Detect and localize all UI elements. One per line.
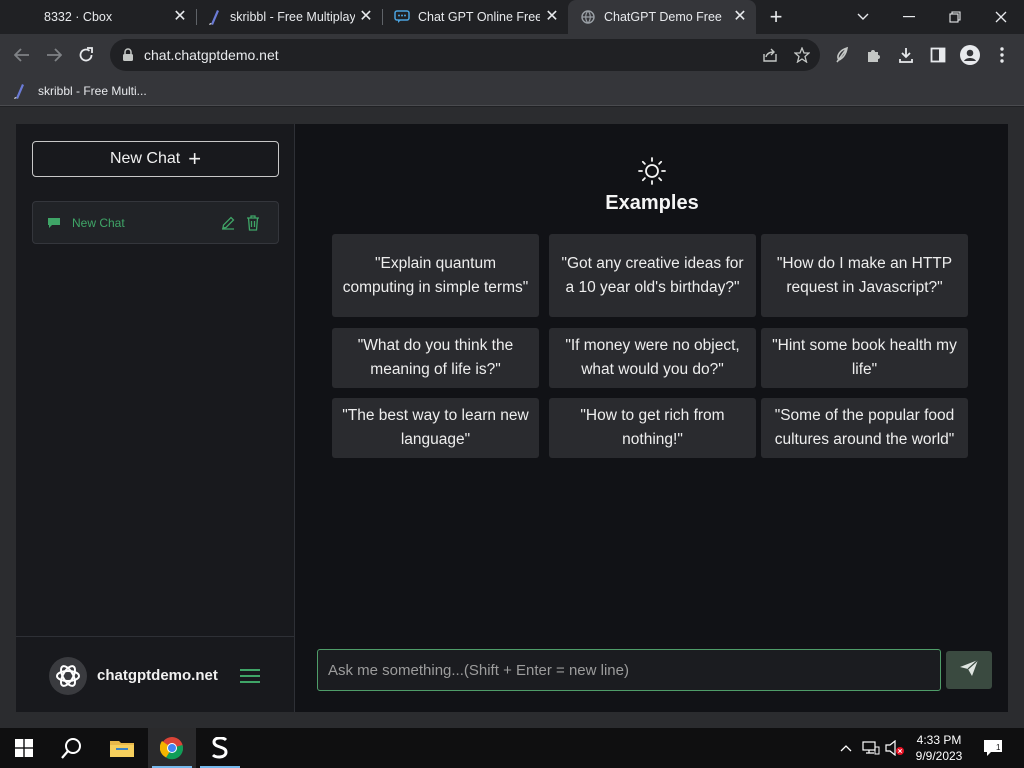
taskbar-clock[interactable]: 4:33 PM 9/9/2023 [908, 732, 970, 764]
chat-icon [394, 9, 410, 25]
tab-title: 8332 · Cbox [44, 10, 113, 24]
examples-title: Examples [605, 192, 699, 214]
chat-app: New Chat + New Chat chatgptdemo.net Exam… [16, 124, 1008, 712]
example-card[interactable]: "How to get rich from nothing!" [549, 398, 756, 458]
skribbl-icon [12, 83, 28, 99]
tab-title: skribbl - Free Multiplay [230, 10, 355, 24]
bookmark-label: skribbl - Free Multi... [38, 84, 147, 98]
network-icon[interactable] [860, 728, 882, 768]
download-icon[interactable] [890, 39, 922, 71]
new-tab-button[interactable]: + [754, 0, 798, 34]
tab-search-chevron-down-icon[interactable] [840, 0, 886, 34]
chat-main: Examples "Explain quantum computing in s… [296, 124, 1008, 712]
share-icon[interactable] [754, 39, 786, 71]
profile-avatar-icon[interactable] [954, 39, 986, 71]
browser-toolbar: chat.chatgptdemo.net [0, 34, 1024, 76]
openai-logo-icon [49, 657, 87, 695]
sublime-s-app-icon[interactable] [196, 728, 244, 768]
sidebar: New Chat + New Chat chatgptdemo.net [16, 124, 295, 712]
windows-start-icon[interactable] [0, 728, 48, 768]
tab-title: ChatGPT Demo Free [604, 10, 722, 24]
kebab-menu-icon[interactable] [986, 39, 1018, 71]
tab-title: Chat GPT Online Free - [418, 10, 540, 24]
example-text: "Explain quantum computing in simple ter… [342, 254, 529, 296]
search-icon[interactable] [48, 728, 96, 768]
file-explorer-icon[interactable] [98, 728, 146, 768]
example-card[interactable]: "The best way to learn new language" [332, 398, 539, 458]
tab-close-icon[interactable]: ✕ [732, 9, 748, 25]
new-chat-button[interactable]: New Chat + [32, 141, 279, 177]
notifications-icon[interactable]: 1 [980, 728, 1006, 768]
side-panel-icon[interactable] [922, 39, 954, 71]
bookmark-skribbl[interactable]: skribbl - Free Multi... [12, 80, 147, 102]
svg-text:1: 1 [996, 743, 1001, 752]
chat-bubble-icon [47, 216, 61, 230]
new-chat-label: New Chat [109, 150, 181, 167]
minimize-icon[interactable] [886, 0, 932, 34]
send-paper-plane-icon [959, 659, 979, 682]
forward-arrow-icon[interactable] [38, 39, 70, 71]
windows-taskbar: 4:33 PM 9/9/2023 1 [0, 728, 1024, 768]
restore-icon[interactable] [932, 0, 978, 34]
window-close-icon[interactable] [978, 0, 1024, 34]
clock-date: 9/9/2023 [915, 749, 963, 763]
example-text: "How do I make an HTTP request in Javasc… [776, 254, 953, 296]
globe-icon [580, 9, 596, 25]
lock-icon[interactable] [122, 48, 136, 62]
extension-feather-icon[interactable] [826, 39, 858, 71]
example-card[interactable]: "If money were no object, what would you… [549, 328, 756, 388]
edit-pencil-icon[interactable] [221, 216, 235, 230]
tab-chatgpt-demo[interactable]: ChatGPT Demo Free ✕ [568, 0, 756, 34]
example-text: "Some of the popular food cultures aroun… [774, 407, 955, 448]
clock-time: 4:33 PM [916, 733, 962, 747]
example-text: "What do you think the meaning of life i… [357, 337, 514, 378]
page-viewport: New Chat + New Chat chatgptdemo.net Exam… [0, 107, 1024, 728]
example-card[interactable]: "How do I make an HTTP request in Javasc… [761, 234, 968, 317]
screen: 8332 · Cbox ✕ skribbl - Free Multiplay ✕… [0, 0, 1024, 768]
tab-close-icon[interactable]: ✕ [358, 9, 374, 25]
tray-chevron-up-icon[interactable] [836, 728, 856, 768]
volume-muted-icon[interactable] [884, 728, 906, 768]
back-arrow-icon[interactable] [6, 39, 38, 71]
extensions-puzzle-icon[interactable] [858, 39, 890, 71]
sun-icon [638, 157, 666, 185]
bookmark-star-icon[interactable] [786, 39, 818, 71]
hamburger-menu-icon[interactable] [239, 667, 261, 685]
tab-close-icon[interactable]: ✕ [544, 9, 560, 25]
address-bar[interactable]: chat.chatgptdemo.net [110, 39, 820, 71]
tab-cbox[interactable]: 8332 · Cbox ✕ [0, 0, 196, 34]
example-text: "Got any creative ideas for a 10 year ol… [561, 254, 744, 296]
skribbl-icon [206, 9, 222, 25]
tab-close-icon[interactable]: ✕ [172, 9, 188, 25]
browser-tab-strip: 8332 · Cbox ✕ skribbl - Free Multiplay ✕… [0, 0, 1024, 34]
example-text: "How to get rich from nothing!" [580, 407, 725, 448]
brand-name[interactable]: chatgptdemo.net [97, 667, 218, 684]
example-card[interactable]: "Hint some book health my life" [761, 328, 968, 388]
chrome-taskbar-icon[interactable] [148, 728, 196, 768]
chat-item-label: New Chat [72, 215, 125, 230]
example-text: "The best way to learn new language" [342, 407, 529, 448]
example-card[interactable]: "Got any creative ideas for a 10 year ol… [549, 234, 756, 317]
example-card[interactable]: "What do you think the meaning of life i… [332, 328, 539, 388]
tab-chat-gpt-online[interactable]: Chat GPT Online Free - ✕ [382, 0, 568, 34]
trash-icon[interactable] [246, 215, 260, 231]
example-card[interactable]: "Some of the popular food cultures aroun… [761, 398, 968, 458]
example-text: "Hint some book health my life" [772, 337, 957, 378]
message-input[interactable] [317, 649, 941, 691]
address-url: chat.chatgptdemo.net [144, 47, 279, 63]
plus-icon: + [188, 146, 202, 171]
example-text: "If money were no object, what would you… [565, 337, 740, 378]
example-card[interactable]: "Explain quantum computing in simple ter… [332, 234, 539, 317]
reload-icon[interactable] [70, 39, 102, 71]
bookmarks-bar: skribbl - Free Multi... [0, 76, 1024, 106]
send-button[interactable] [946, 651, 992, 689]
tab-skribbl[interactable]: skribbl - Free Multiplay ✕ [196, 0, 382, 34]
sidebar-footer: chatgptdemo.net [16, 636, 295, 712]
chat-list-item[interactable]: New Chat [32, 201, 279, 244]
